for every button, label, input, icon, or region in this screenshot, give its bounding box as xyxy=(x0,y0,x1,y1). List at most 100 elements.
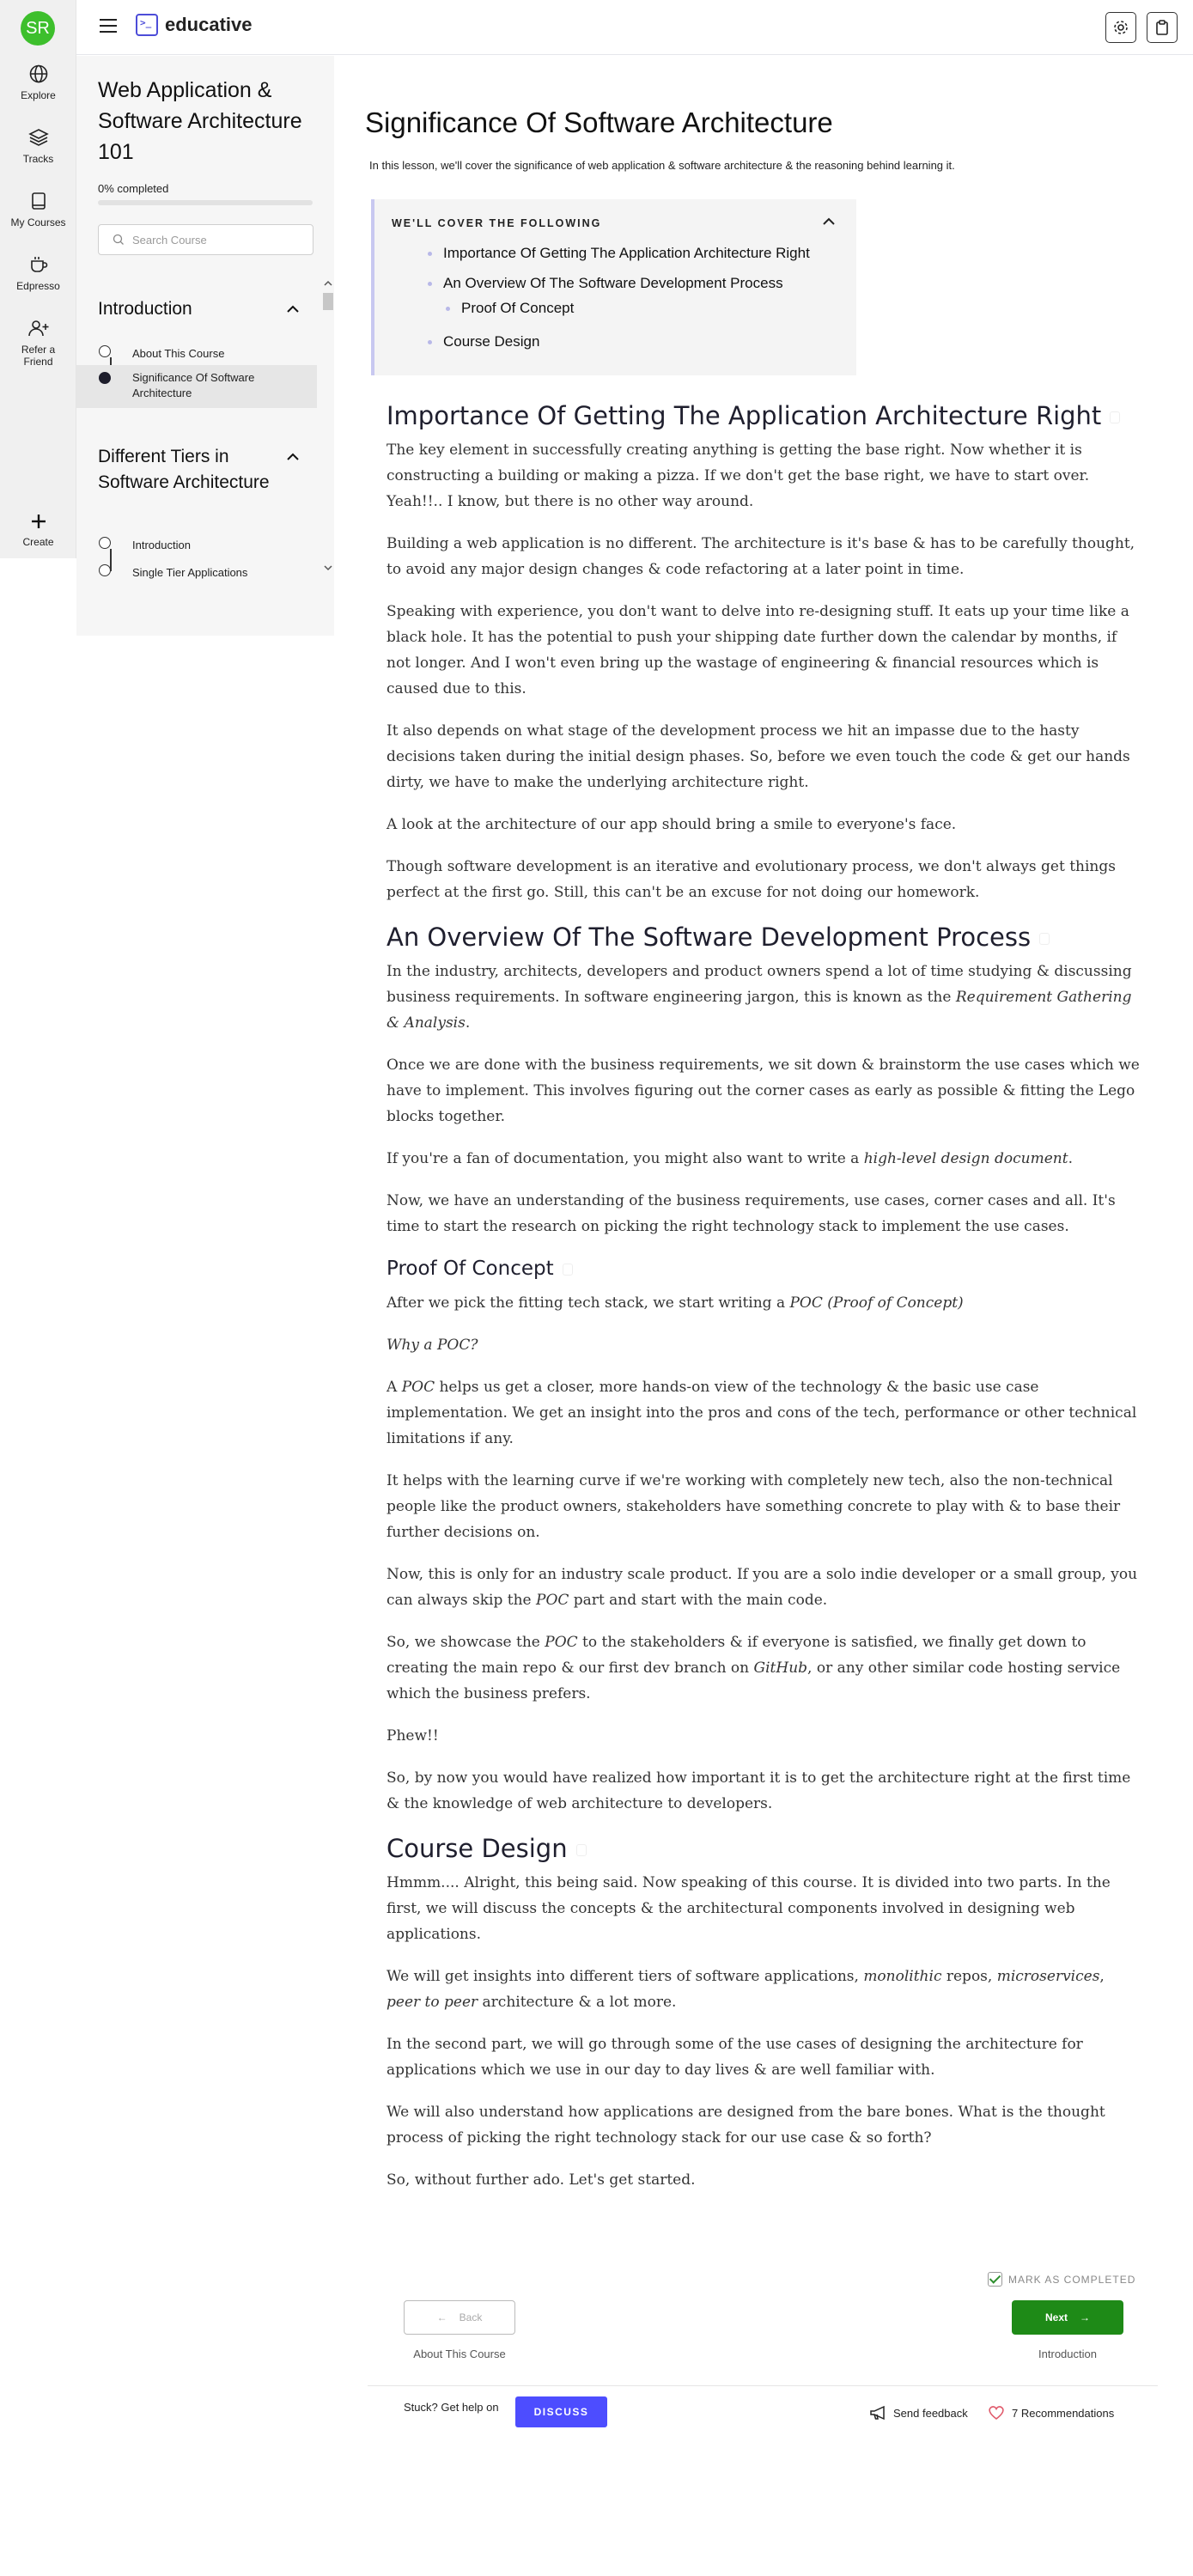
text: So, we showcase the xyxy=(387,1634,545,1651)
heading-text: Course Design xyxy=(387,1834,568,1863)
paragraph: A POC helps us get a closer, more hands-… xyxy=(387,1374,1142,1452)
anchor-link-icon[interactable] xyxy=(1110,411,1121,423)
chevron-up-icon[interactable] xyxy=(286,305,300,314)
sidebar-scrollbar[interactable] xyxy=(321,277,335,574)
search-course-input[interactable] xyxy=(132,233,304,247)
avatar[interactable]: SR xyxy=(21,11,55,46)
paragraph: A look at the architecture of our app sh… xyxy=(387,816,957,833)
lesson-title: Single Tier Applications xyxy=(132,566,248,579)
anchor-link-icon[interactable] xyxy=(575,1844,587,1856)
rail-create[interactable]: Create xyxy=(0,512,76,548)
paragraph: Once we are done with the business requi… xyxy=(387,1057,1140,1125)
rail-refer-friend[interactable]: Refer a Friend xyxy=(0,318,76,368)
emphasis: POC xyxy=(545,1634,578,1651)
hamburger-menu-icon[interactable] xyxy=(100,19,117,34)
rail-tracks[interactable]: Tracks xyxy=(0,127,76,165)
paragraph: Though software development is an iterat… xyxy=(387,858,1116,901)
gear-icon xyxy=(1114,21,1128,34)
anchor-link-icon[interactable] xyxy=(562,1263,573,1276)
paragraph: If you're a fan of documentation, you mi… xyxy=(387,1146,1142,1172)
lesson-title: Significance Of Software Architecture xyxy=(132,371,255,399)
emphasis: high-level design document xyxy=(863,1150,1068,1167)
paragraph: In the second part, we will go through s… xyxy=(387,2036,1083,2079)
table-of-contents: WE'LL COVER THE FOLLOWING Importance Of … xyxy=(371,199,856,375)
toc-link-overview[interactable]: An Overview Of The Software Development … xyxy=(428,275,783,292)
paragraph: Now, we have an understanding of the bus… xyxy=(387,1192,1116,1235)
text: . xyxy=(465,1014,471,1032)
paragraph: Why a POC? xyxy=(387,1332,1142,1358)
settings-button[interactable] xyxy=(1105,12,1136,43)
paragraph: After we pick the fitting tech stack, we… xyxy=(387,1290,1142,1316)
toc-link-poc[interactable]: Proof Of Concept xyxy=(445,300,574,317)
rail-my-courses[interactable]: My Courses xyxy=(0,191,76,228)
paragraph: Phew!! xyxy=(387,1727,439,1745)
clipboard-button[interactable] xyxy=(1147,12,1178,43)
emphasis: POC xyxy=(401,1379,435,1396)
back-button[interactable]: ← Back xyxy=(404,2300,515,2335)
brand-name: educative xyxy=(165,14,253,35)
lesson-intro: In this lesson, we'll cover the signific… xyxy=(369,159,955,172)
book-icon xyxy=(31,192,46,210)
scrollbar-thumb[interactable] xyxy=(323,293,333,310)
next-label: Next xyxy=(1044,2311,1068,2323)
course-sidebar: Web Application & Software Architecture … xyxy=(76,56,334,636)
rail-tracks-label: Tracks xyxy=(22,153,54,165)
educative-logo[interactable]: educative xyxy=(136,14,253,36)
terminal-logo-icon xyxy=(136,14,158,36)
mark-as-completed-label: MARK AS COMPLETED xyxy=(1008,2273,1136,2286)
article-body: Importance Of Getting The Application Ar… xyxy=(387,403,1142,2193)
rail-explore[interactable]: Explore xyxy=(0,64,76,101)
section-title: Different Tiers in Software Architecture xyxy=(98,447,270,492)
section-introduction[interactable]: Introduction xyxy=(98,296,300,322)
paragraph: It helps with the learning curve if we'r… xyxy=(387,1472,1121,1541)
heart-icon xyxy=(989,2406,1004,2421)
next-lesson-name[interactable]: Introduction xyxy=(982,2348,1153,2360)
checkmark-icon[interactable] xyxy=(988,2272,1002,2287)
paragraph: Speaking with experience, you don't want… xyxy=(387,603,1129,697)
discuss-button[interactable]: DISCUSS xyxy=(515,2396,607,2427)
heading-text: Importance Of Getting The Application Ar… xyxy=(387,401,1102,430)
lesson-item-active[interactable]: Significance Of Software Architecture xyxy=(76,365,317,408)
next-button[interactable]: Next → xyxy=(1012,2300,1123,2335)
chevron-up-icon[interactable] xyxy=(822,217,836,226)
mark-as-completed[interactable]: MARK AS COMPLETED xyxy=(988,2272,1135,2287)
emphasis: GitHub xyxy=(753,1659,808,1677)
course-title: Web Application & Software Architecture … xyxy=(98,78,302,164)
paragraph: It also depends on what stage of the dev… xyxy=(387,722,1130,791)
rail-my-courses-label: My Courses xyxy=(10,216,66,228)
rail-create-label: Create xyxy=(22,536,54,548)
scroll-down-arrow-icon[interactable] xyxy=(321,563,335,572)
emphasis: microservices xyxy=(996,1968,1100,1985)
toc-link-course-design[interactable]: Course Design xyxy=(427,333,539,350)
search-course-box[interactable] xyxy=(98,224,313,255)
footer-divider xyxy=(368,2385,1158,2386)
clipboard-icon xyxy=(1156,20,1168,35)
send-feedback-link[interactable]: Send feedback xyxy=(869,2405,968,2421)
heading-overview: An Overview Of The Software Development … xyxy=(387,924,1142,950)
chevron-up-icon[interactable] xyxy=(286,453,300,461)
anchor-link-icon[interactable] xyxy=(1039,933,1050,945)
emphasis: Why a POC? xyxy=(387,1337,478,1354)
paragraph: So, we showcase the POC to the stakehold… xyxy=(387,1629,1142,1707)
globe-icon xyxy=(29,64,47,83)
arrow-left-icon: ← xyxy=(436,2311,447,2323)
text: A xyxy=(387,1379,402,1396)
scroll-up-arrow-icon[interactable] xyxy=(321,279,335,288)
rail-refer-label-1: Refer a xyxy=(21,344,56,356)
recommendations-link[interactable]: 7 Recommendations xyxy=(988,2405,1114,2421)
text: , xyxy=(1099,1968,1105,1985)
rail-explore-label: Explore xyxy=(21,89,56,101)
top-bar: educative xyxy=(76,0,1193,55)
rail-edpresso-label: Edpresso xyxy=(16,280,60,292)
lesson-status-circle xyxy=(99,564,111,576)
emphasis: monolithic xyxy=(863,1968,942,1985)
lesson-item[interactable]: Single Tier Applications xyxy=(76,562,317,588)
lesson-item[interactable]: Introduction xyxy=(76,534,317,560)
back-lesson-name[interactable]: About This Course xyxy=(374,2348,545,2360)
send-feedback-label: Send feedback xyxy=(893,2406,968,2420)
toc-link-importance[interactable]: Importance Of Getting The Application Ar… xyxy=(428,245,810,262)
section-different-tiers[interactable]: Different Tiers in Software Architecture xyxy=(98,444,300,496)
text: helps us get a closer, more hands-on vie… xyxy=(387,1379,1137,1447)
layers-icon xyxy=(27,129,49,146)
rail-edpresso[interactable]: Edpresso xyxy=(0,254,76,292)
